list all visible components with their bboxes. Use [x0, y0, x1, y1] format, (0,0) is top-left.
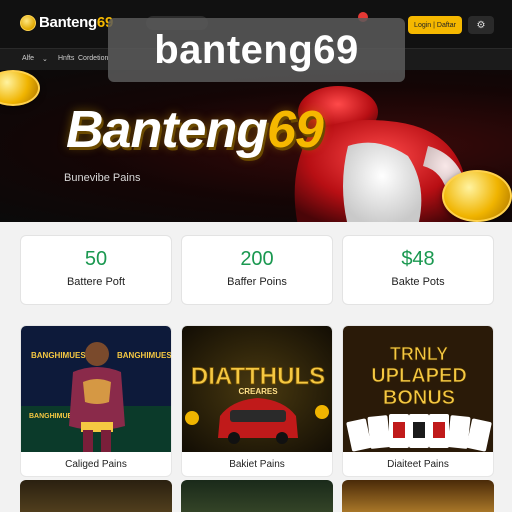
logo-text: Banteng69: [39, 14, 113, 31]
stat-card: $48 Bakte Pots: [342, 235, 494, 305]
gold-coin-icon: [442, 170, 512, 222]
thumbnail-art-subtitle: CREARES: [238, 387, 278, 396]
game-card-partial[interactable]: [342, 480, 494, 512]
stat-card: 200 Baffer Poins: [181, 235, 333, 305]
thumbnail-art-text: BANGHIMUES: [31, 351, 86, 360]
stat-value: 200: [240, 248, 274, 270]
stat-label: Battere Poft: [66, 276, 126, 288]
coin-icon: [20, 14, 36, 31]
game-card[interactable]: TRNLY UPLAPED BONUS Diaiteet Pains: [342, 325, 494, 477]
game-card-label: Caliged Pains: [65, 459, 127, 470]
hero-subtitle: Bunevibe Pains: [64, 172, 141, 184]
subnav-item[interactable]: Alfe: [22, 55, 34, 62]
hero-title-number: 69: [267, 101, 324, 159]
game-card-label: Diaiteet Pains: [387, 459, 449, 470]
hero-banner[interactable]: Banteng69 Bunevibe Pains: [0, 70, 512, 222]
stat-card: 50 Battere Poft: [20, 235, 172, 305]
svg-text:BANGHIMUES: BANGHIMUES: [117, 351, 172, 360]
game-thumbnail: DIATTHULS CREARES: [182, 326, 332, 452]
chevron-down-icon: ⌄: [42, 56, 48, 63]
game-thumbnail: TRNLY UPLAPED BONUS: [343, 326, 493, 452]
playing-cards-icon: [346, 414, 492, 452]
logo-text-word: Banteng: [39, 14, 97, 31]
stat-label: Bakte Pots: [391, 276, 445, 288]
thumbnail-art-line: BONUS: [383, 387, 455, 409]
game-card-partial[interactable]: [20, 480, 172, 512]
game-card[interactable]: BANGHIMUES BANGHIMUES BANGHIMUES Caliged…: [20, 325, 172, 477]
game-card[interactable]: DIATTHULS CREARES Bakiet Pains: [181, 325, 333, 477]
watermark-banner: banteng69: [108, 18, 405, 82]
thumbnail-art-line: UPLAPED: [371, 365, 467, 387]
gear-icon: ⚙: [476, 19, 486, 31]
game-card-partial[interactable]: [181, 480, 333, 512]
game-thumbnail: BANGHIMUES BANGHIMUES BANGHIMUES: [21, 326, 172, 452]
login-button[interactable]: Login | Daftar: [408, 16, 462, 34]
hero-title: Banteng69: [66, 100, 324, 160]
subnav-item[interactable]: Cordetion: [78, 55, 108, 62]
stat-value: 50: [84, 248, 108, 270]
thumbnail-art-title: DIATTHULS: [191, 363, 325, 390]
subnav-item[interactable]: Hnfts: [58, 55, 74, 62]
settings-button[interactable]: ⚙: [468, 16, 494, 34]
thumbnail-art-line: TRNLY: [390, 344, 448, 364]
stat-value: $48: [401, 248, 435, 270]
stat-label: Baffer Poins: [227, 276, 287, 288]
game-card-label: Bakiet Pains: [229, 459, 285, 470]
hero-title-word: Banteng: [66, 101, 268, 159]
site-logo[interactable]: Banteng69: [20, 14, 113, 31]
gold-coin-icon: [0, 70, 40, 106]
